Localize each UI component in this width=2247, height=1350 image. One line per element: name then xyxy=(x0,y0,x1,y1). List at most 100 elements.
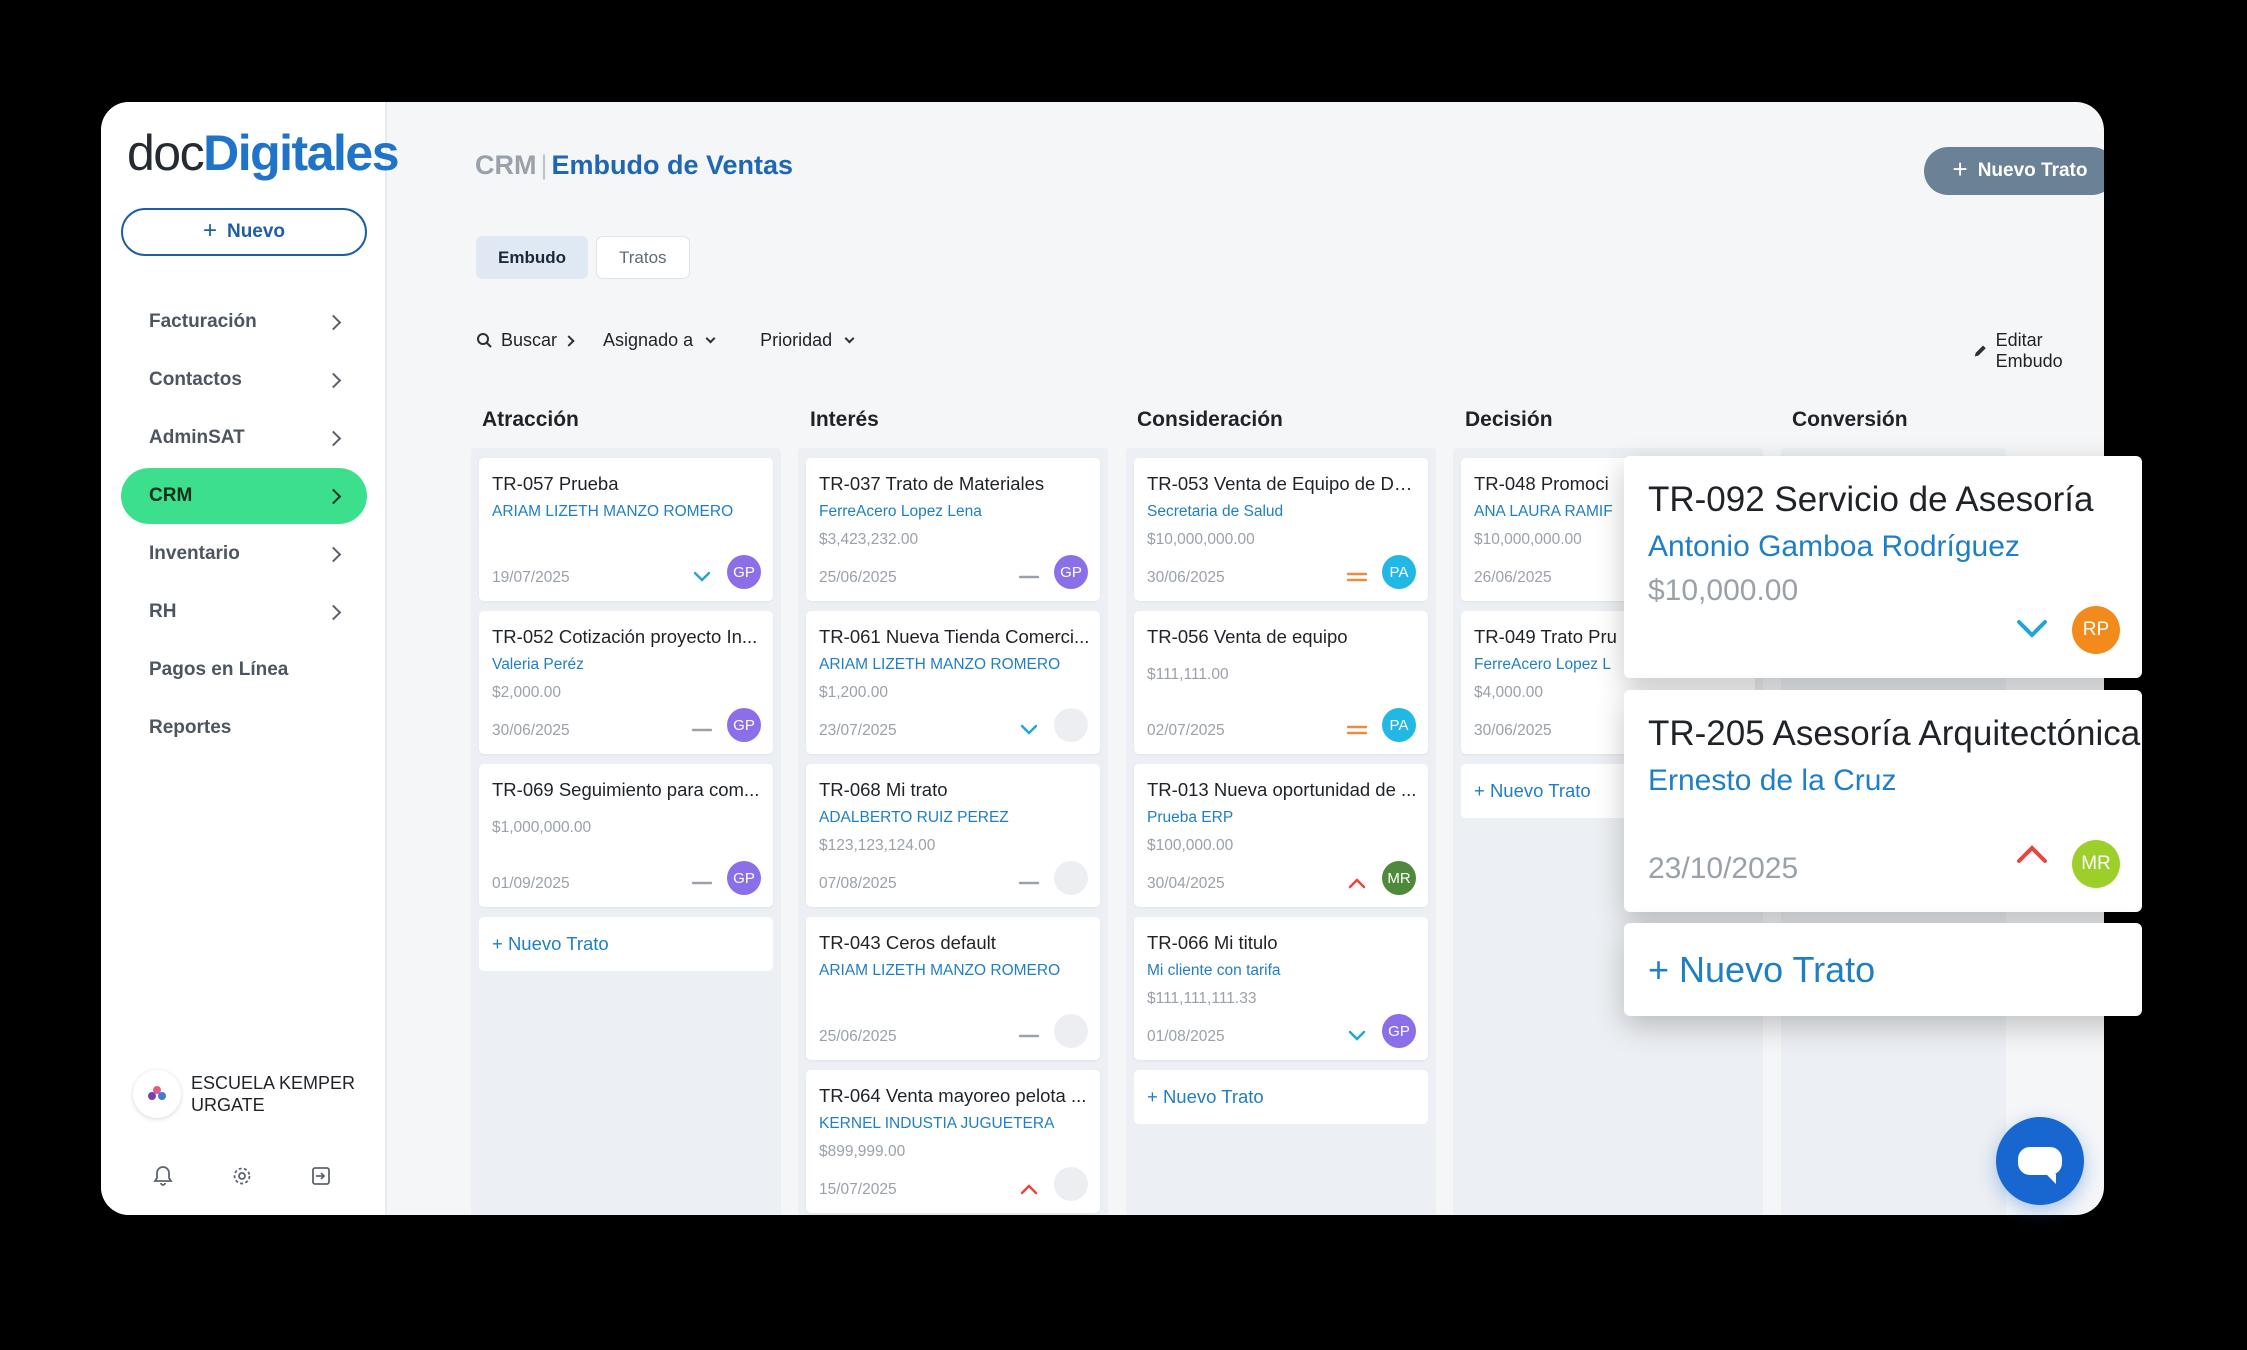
chevron-down-icon xyxy=(844,333,855,343)
sidebar-item-rh[interactable]: RH xyxy=(121,584,367,640)
deal-client[interactable]: ARIAM LIZETH MANZO ROMERO xyxy=(819,962,1090,980)
avatar[interactable]: MR xyxy=(2072,840,2120,888)
breadcrumb-separator: | xyxy=(540,150,548,180)
chat-button[interactable] xyxy=(1996,1117,2084,1205)
deal-card[interactable]: TR-069 Seguimiento para com... $1,000,000… xyxy=(479,764,773,907)
sidebar-item-facturacion[interactable]: Facturación xyxy=(121,294,367,350)
priority-filter[interactable]: Prioridad xyxy=(760,330,855,351)
gear-icon[interactable] xyxy=(228,1162,256,1190)
search-filter[interactable]: Buscar xyxy=(476,330,575,351)
tab-embudo[interactable]: Embudo xyxy=(476,236,588,279)
deal-amount: $100,000.00 xyxy=(1147,837,1234,854)
zoom-new-deal-button[interactable]: + Nuevo Trato xyxy=(1624,923,2142,1016)
deal-date: 01/08/2025 xyxy=(1147,1028,1225,1045)
add-deal-button[interactable]: + Nuevo Trato xyxy=(479,917,773,971)
priority-low-icon xyxy=(2017,620,2047,638)
deal-client[interactable]: ARIAM LIZETH MANZO ROMERO xyxy=(492,503,763,521)
deal-date: 30/06/2025 xyxy=(1147,569,1225,586)
assigned-filter[interactable]: Asignado a xyxy=(603,330,716,351)
deal-title: TR-053 Venta de Equipo de De... xyxy=(1147,473,1418,494)
deal-card[interactable]: TR-064 Venta mayoreo pelota ... KERNEL IN… xyxy=(806,1070,1100,1213)
chevron-right-icon xyxy=(325,488,342,504)
avatar[interactable] xyxy=(1054,861,1088,895)
logo[interactable]: docDigitales xyxy=(127,124,400,182)
add-deal-button[interactable]: + Nuevo Trato xyxy=(1134,1070,1428,1124)
avatar[interactable]: GP xyxy=(1382,1014,1416,1048)
pipeline-column-consideracion: TR-053 Venta de Equipo de De... Secretari… xyxy=(1126,448,1436,1215)
priority-low-icon xyxy=(1348,1030,1366,1041)
deal-client[interactable]: Secretaria de Salud xyxy=(1147,503,1418,521)
deal-title: TR-064 Venta mayoreo pelota ... xyxy=(819,1085,1087,1106)
sidebar-item-reportes[interactable]: Reportes xyxy=(121,700,367,756)
zoom-deal-card[interactable]: TR-205 Asesoría Arquitectónica Ernesto d… xyxy=(1624,690,2142,912)
avatar[interactable]: PA xyxy=(1382,555,1416,589)
avatar[interactable] xyxy=(1054,1167,1088,1201)
sidebar-item-adminsat[interactable]: AdminSAT xyxy=(121,410,367,466)
avatar[interactable]: MR xyxy=(1382,861,1416,895)
deal-client[interactable]: ADALBERTO RUIZ PEREZ xyxy=(819,809,1090,827)
edit-funnel-button[interactable]: Editar Embudo xyxy=(1973,330,2104,372)
breadcrumb-section[interactable]: CRM xyxy=(475,150,537,180)
deal-card[interactable]: TR-066 Mi titulo Mi cliente con tarifa $11… xyxy=(1134,917,1428,1060)
search-icon xyxy=(477,333,492,348)
avatar[interactable] xyxy=(1054,1014,1088,1048)
organization-switcher[interactable]: ESCUELA KEMPER URGATE xyxy=(133,1070,361,1118)
new-button[interactable]: + Nuevo xyxy=(121,208,367,256)
deal-card[interactable]: TR-068 Mi trato ADALBERTO RUIZ PEREZ $123,… xyxy=(806,764,1100,907)
priority-none-icon xyxy=(1018,881,1040,885)
new-deal-button[interactable]: + Nuevo Trato xyxy=(1924,147,2104,195)
avatar[interactable] xyxy=(1054,708,1088,742)
zoom-deal-card[interactable]: TR-092 Servicio de Asesoría Antonio Gamb… xyxy=(1624,456,2142,678)
sidebar-item-contactos[interactable]: Contactos xyxy=(121,352,367,408)
deal-date: 30/06/2025 xyxy=(492,722,570,739)
bell-icon[interactable] xyxy=(149,1162,177,1190)
deal-card[interactable]: TR-061 Nueva Tienda Comerci... ARIAM LIZE… xyxy=(806,611,1100,754)
sidebar-item-label: Facturación xyxy=(149,311,257,332)
view-tabs: Embudo Tratos xyxy=(476,236,690,279)
deal-card[interactable]: TR-056 Venta de equipo $111,111.00 02/07/2… xyxy=(1134,611,1428,754)
new-deal-button-label: Nuevo Trato xyxy=(1977,160,2088,181)
deal-client[interactable]: Ernesto de la Cruz xyxy=(1648,764,1896,798)
priority-high-icon xyxy=(2017,845,2047,863)
deal-client[interactable]: KERNEL INDUSTIA JUGUETERA xyxy=(819,1115,1090,1133)
deal-client[interactable]: Valeria Peréz xyxy=(492,656,763,674)
deal-date: 19/07/2025 xyxy=(492,569,570,586)
deal-client[interactable]: Antonio Gamboa Rodríguez xyxy=(1648,530,2020,564)
page-title: Embudo de Ventas xyxy=(551,150,794,180)
deal-amount: $111,111,111.33 xyxy=(1147,990,1257,1007)
avatar[interactable]: GP xyxy=(1054,555,1088,589)
avatar[interactable]: GP xyxy=(727,861,761,895)
deal-title: TR-061 Nueva Tienda Comerci... xyxy=(819,626,1090,647)
deal-amount: $10,000,000.00 xyxy=(1147,531,1255,548)
avatar[interactable]: RP xyxy=(2072,606,2120,654)
deal-client[interactable]: Prueba ERP xyxy=(1147,809,1418,827)
deal-title: TR-092 Servicio de Asesoría xyxy=(1648,480,2094,519)
deal-client[interactable]: FerreAcero Lopez Lena xyxy=(819,503,1090,521)
deal-card[interactable]: TR-037 Trato de Materiales FerreAcero Lop… xyxy=(806,458,1100,601)
deal-client[interactable]: Mi cliente con tarifa xyxy=(1147,962,1418,980)
deal-card[interactable]: TR-052 Cotización proyecto In... Valeria … xyxy=(479,611,773,754)
deal-title: TR-056 Venta de equipo xyxy=(1147,626,1348,647)
sidebar-item-crm[interactable]: CRM xyxy=(121,468,367,524)
tab-tratos[interactable]: Tratos xyxy=(596,236,690,279)
deal-client[interactable]: ARIAM LIZETH MANZO ROMERO xyxy=(819,656,1090,674)
logo-doc: doc xyxy=(127,125,205,181)
deal-card[interactable]: TR-053 Venta de Equipo de De... Secretari… xyxy=(1134,458,1428,601)
logout-icon[interactable] xyxy=(307,1162,335,1190)
priority-none-icon xyxy=(1018,575,1040,579)
filter-bar: Buscar Asignado a Prioridad xyxy=(476,330,883,351)
avatar[interactable]: GP xyxy=(727,555,761,589)
deal-date: 26/06/2025 xyxy=(1474,569,1552,586)
sidebar-nav: Facturación Contactos AdminSAT CRM Inven… xyxy=(121,294,367,758)
deal-card[interactable]: TR-057 Prueba ARIAM LIZETH MANZO ROMERO 19… xyxy=(479,458,773,601)
assigned-label: Asignado a xyxy=(603,330,694,350)
deal-card[interactable]: TR-043 Ceros default ARIAM LIZETH MANZO R… xyxy=(806,917,1100,1060)
plus-icon: + xyxy=(202,217,217,244)
sidebar-item-inventario[interactable]: Inventario xyxy=(121,526,367,582)
avatar[interactable]: GP xyxy=(727,708,761,742)
chat-icon xyxy=(2018,1147,2062,1184)
deal-card[interactable]: TR-013 Nueva oportunidad de ... Prueba ER… xyxy=(1134,764,1428,907)
deal-date: 25/06/2025 xyxy=(819,1028,897,1045)
sidebar-item-pagos[interactable]: Pagos en Línea xyxy=(121,642,367,698)
avatar[interactable]: PA xyxy=(1382,708,1416,742)
